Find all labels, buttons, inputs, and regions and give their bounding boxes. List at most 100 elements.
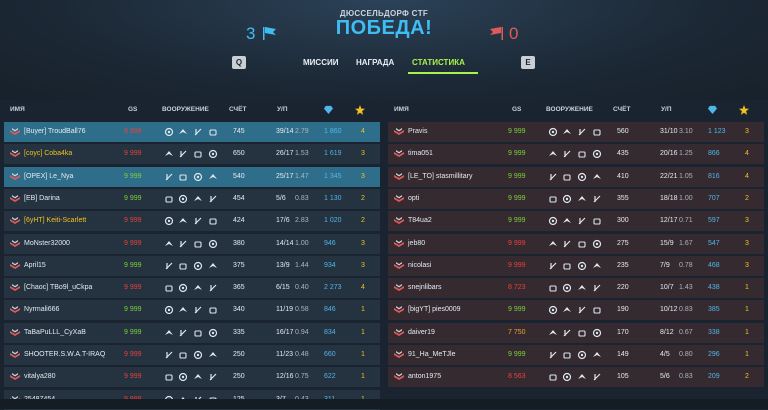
weapon-equipment-icon xyxy=(593,307,601,314)
col-score: СЧЁТ xyxy=(613,106,631,113)
mvp-count: 4 xyxy=(361,128,365,135)
rank-icon xyxy=(10,261,20,269)
kd-ratio: 0.80 xyxy=(679,351,693,358)
mvp-count: 1 xyxy=(361,373,365,381)
weapon-melee-icon xyxy=(578,240,586,248)
player-row[interactable]: [Chaoc] TBo9l_uCkpa 9 999 365 6/15 0.40 2 273… xyxy=(4,278,380,299)
weapon-equipment-icon xyxy=(593,352,601,357)
gear-score: 9 999 xyxy=(124,284,142,292)
player-row[interactable]: jeb80 9 999 275 15/9 1.67 547 3 xyxy=(388,233,764,254)
weapon-melee-icon xyxy=(577,261,587,270)
mvp-count: 3 xyxy=(745,239,749,247)
player-row[interactable]: T84ua2 9 999 300 12/17 0.71 597 3 xyxy=(388,211,764,232)
player-score: 365 xyxy=(233,284,245,292)
player-score: 335 xyxy=(233,328,245,336)
player-row[interactable]: Nyrmali666 9 999 340 11/19 0.58 846 1 xyxy=(4,300,380,321)
weapon-secondary-icon xyxy=(178,194,188,203)
player-name: SHOOTER.S.W.A.T-IRAQ xyxy=(24,351,106,358)
weapon-equipment-icon xyxy=(593,218,601,225)
gear-score: 9 999 xyxy=(124,194,142,202)
col-gs: GS xyxy=(512,106,522,113)
flag-red-icon xyxy=(490,27,503,40)
diamond-icon xyxy=(324,105,333,114)
rank-icon xyxy=(394,150,404,158)
kd-ratio: 0.48 xyxy=(295,351,309,358)
active-tab-indicator xyxy=(408,72,478,74)
gear-score: 9 999 xyxy=(124,150,142,158)
weapon-melee-icon xyxy=(578,195,586,201)
col-weapons: ВООРУЖЕНИЕ xyxy=(162,106,209,113)
weapon-secondary-icon xyxy=(563,129,571,134)
weapon-primary-icon xyxy=(549,374,557,381)
kills-deaths: 17/6 xyxy=(276,217,290,225)
player-row[interactable]: April15 9 999 375 13/9 1.44 934 3 xyxy=(4,255,380,276)
player-name: daiver19 xyxy=(408,328,435,336)
kills-deaths: 39/14 xyxy=(276,128,294,135)
player-row[interactable]: TaBaPuLLL_CyXaB 9 999 335 16/17 0.94 834 1 xyxy=(4,322,380,343)
weapon-primary-icon xyxy=(549,173,557,181)
player-row[interactable]: [OPEX] Le_Nya 9 999 540 25/17 1.47 1 345 3 xyxy=(4,166,380,187)
player-row[interactable]: MoNster32000 9 999 380 14/14 1.00 946 3 xyxy=(4,233,380,254)
player-score: 650 xyxy=(233,150,245,158)
utility-value: 468 xyxy=(708,261,720,269)
utility-value: 846 xyxy=(324,306,336,314)
utility-value: 707 xyxy=(708,194,720,202)
weapon-equipment-icon xyxy=(209,373,217,381)
player-row[interactable]: [bigYT] pies0009 9 999 190 10/12 0.83 385 1 xyxy=(388,300,764,321)
player-row[interactable]: tima051 9 999 435 20/16 1.25 866 4 xyxy=(388,144,764,165)
player-row[interactable]: [EB] Darina 9 999 454 5/6 0.83 1 130 2 xyxy=(4,188,380,209)
tab-reward[interactable]: НАГРАДА xyxy=(356,58,394,67)
kills-deaths: 31/10 xyxy=(660,128,678,135)
player-row[interactable]: 91_Ha_MeTJle 9 999 149 4/5 0.80 296 1 xyxy=(388,345,764,365)
player-score: 375 xyxy=(233,261,245,269)
player-row[interactable]: [Buyer] TroudBall76 9 999 745 39/14 2.79 1 86… xyxy=(4,122,380,142)
kd-ratio: 0.83 xyxy=(679,373,693,381)
player-score: 340 xyxy=(233,306,245,314)
utility-value: 1 130 xyxy=(324,194,342,202)
weapon-melee-icon xyxy=(194,306,202,314)
player-name: [OPEX] Le_Nya xyxy=(24,172,74,180)
player-row[interactable]: [6yHT] Keiti-Scarlett 9 999 424 17/6 2.83 1 0… xyxy=(4,211,380,232)
player-row[interactable]: nicolasi 9 999 235 7/9 0.78 468 3 xyxy=(388,255,764,276)
next-tab-key[interactable]: E xyxy=(521,56,535,69)
player-row[interactable]: vitalya280 9 999 250 12/16 0.75 622 1 xyxy=(4,367,380,388)
player-row[interactable]: Pravis 9 999 560 31/10 3.10 1 123 3 xyxy=(388,122,764,142)
player-row[interactable]: SHOOTER.S.W.A.T-IRAQ 9 999 250 11/23 0.48 660… xyxy=(4,345,380,365)
utility-value: 1 860 xyxy=(324,128,342,135)
col-weapons: ВООРУЖЕНИЕ xyxy=(546,106,593,113)
weapon-melee-icon xyxy=(578,306,586,314)
weapon-secondary-icon xyxy=(563,240,571,247)
tab-statistics[interactable]: СТАТИСТИКА xyxy=(412,58,465,67)
player-score: 235 xyxy=(617,261,629,269)
weapon-secondary-icon xyxy=(563,218,571,224)
gear-score: 8 723 xyxy=(508,284,526,292)
mvp-count: 1 xyxy=(745,328,749,336)
player-row[interactable]: anton1975 8 563 105 5/6 0.83 209 2 xyxy=(388,367,764,388)
kd-ratio: 3.10 xyxy=(679,128,693,135)
weapon-melee-icon xyxy=(194,128,202,136)
mvp-count: 2 xyxy=(361,217,365,225)
player-row[interactable]: daiver19 7 750 170 8/12 0.67 338 1 xyxy=(388,322,764,343)
weapon-equipment-icon xyxy=(593,373,601,381)
player-name: MoNster32000 xyxy=(24,239,70,247)
col-name: ИМЯ xyxy=(394,106,409,113)
weapon-secondary-icon xyxy=(179,150,187,158)
mvp-count: 3 xyxy=(745,217,749,225)
kd-ratio: 0.83 xyxy=(295,194,309,202)
player-row[interactable]: snejnlibars 8 723 220 10/7 1.43 438 1 xyxy=(388,278,764,299)
utility-value: 866 xyxy=(708,150,720,158)
player-row[interactable]: opti 9 999 355 18/18 1.00 707 2 xyxy=(388,188,764,209)
gear-score: 9 999 xyxy=(508,150,526,158)
player-row[interactable]: [coyc] Coba4ka 9 999 650 26/17 1.53 1 619 3 xyxy=(4,144,380,165)
tab-missions[interactable]: МИССИИ xyxy=(303,58,338,67)
gear-score: 9 999 xyxy=(124,328,142,336)
kd-ratio: 0.67 xyxy=(679,328,693,336)
diamond-icon xyxy=(708,105,717,114)
weapon-primary-icon xyxy=(549,151,557,157)
weapon-equipment-icon xyxy=(209,352,217,357)
weapon-secondary-icon xyxy=(179,240,187,247)
player-name: [EB] Darina xyxy=(24,194,60,202)
mvp-count: 4 xyxy=(361,284,365,292)
score-right: 0 xyxy=(509,24,519,43)
player-row[interactable]: [LE_TO] stasmillitary 9 999 410 22/21 1.05 81… xyxy=(388,166,764,187)
